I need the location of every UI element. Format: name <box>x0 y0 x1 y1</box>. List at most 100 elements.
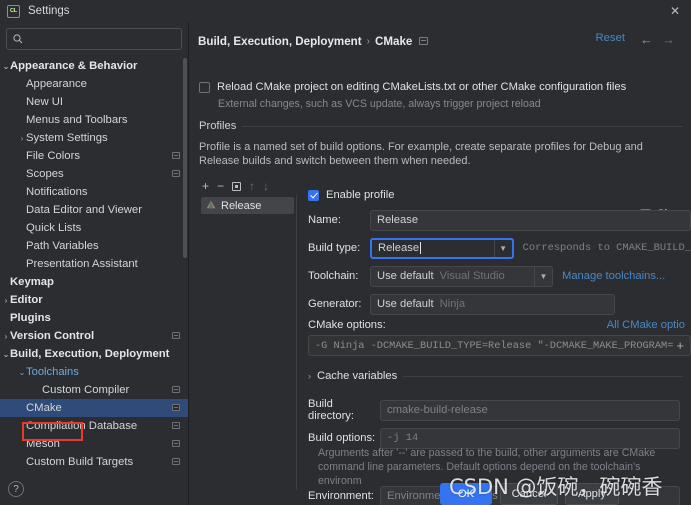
manage-toolchains-link[interactable]: Manage toolchains... <box>562 270 665 282</box>
sidebar-item-keymap[interactable]: Keymap <box>0 273 188 291</box>
breadcrumb-parent[interactable]: Build, Execution, Deployment <box>198 35 362 48</box>
profiles-section-title: Profiles <box>199 120 237 132</box>
sidebar-item-scopes[interactable]: Scopes <box>0 165 188 183</box>
chevron-down-icon[interactable]: ▼ <box>534 266 552 286</box>
sidebar-item-label: Plugins <box>10 312 51 324</box>
sidebar-item-notifications[interactable]: Notifications <box>0 183 188 201</box>
generator-label: Generator: <box>308 298 362 310</box>
chevron-down-icon[interactable]: ▼ <box>493 239 512 257</box>
dialog-button-bar: OK Cancel Apply <box>190 483 691 505</box>
toolchain-combobox[interactable]: Use default Visual Studio ▼ <box>370 265 553 287</box>
scope-badge-icon <box>172 404 180 411</box>
apply-button[interactable]: Apply <box>565 483 619 505</box>
chevron-down-icon[interactable]: ⌄ <box>17 368 27 377</box>
sidebar-item-label: Keymap <box>10 276 54 288</box>
remove-profile-icon[interactable]: − <box>217 180 224 192</box>
cmake-settings-panel: Build, Execution, Deployment › CMake Res… <box>190 22 691 505</box>
name-input[interactable]: Release <box>370 209 691 231</box>
copy-profile-icon[interactable] <box>232 181 242 191</box>
settings-tree[interactable]: ⌄ Appearance & Behavior Appearance New UI Me… <box>0 57 188 487</box>
toolchain-row: Toolchain: Use default Visual Studio ▼ M… <box>308 262 691 290</box>
clion-icon: CL <box>7 4 20 18</box>
enable-profile-checkbox[interactable] <box>308 189 319 201</box>
sidebar-item-custom-compiler[interactable]: Custom Compiler <box>0 381 188 399</box>
generator-row: Generator: Use default Ninja <box>308 290 691 318</box>
sidebar-item-label: Meson <box>26 438 60 450</box>
reload-cmake-sublabel: External changes, such as VCS update, al… <box>218 98 541 110</box>
sidebar-item-version-control[interactable]: › Version Control <box>0 327 188 345</box>
search-icon <box>13 34 23 44</box>
generator-combobox[interactable]: Use default Ninja <box>370 293 615 315</box>
sidebar-item-label: Menus and Toolbars <box>26 114 128 126</box>
reset-link[interactable]: Reset <box>595 32 625 44</box>
close-icon[interactable]: ✕ <box>667 3 683 19</box>
sidebar-item-editor[interactable]: › Editor <box>0 291 188 309</box>
sidebar-item-presentation-assistant[interactable]: Presentation Assistant <box>0 255 188 273</box>
build-type-combobox[interactable]: Release ▼ <box>370 237 514 259</box>
sidebar-item-cmake[interactable]: CMake <box>0 399 188 417</box>
chevron-right-icon[interactable]: › <box>1 332 11 341</box>
sidebar-item-menus-and-toolbars[interactable]: Menus and Toolbars <box>0 111 188 129</box>
profiles-toolbar: + − ↑ ↓ <box>199 177 297 195</box>
enable-profile-row[interactable]: Enable profile <box>308 184 691 206</box>
chevron-down-icon[interactable]: ⌄ <box>1 350 11 359</box>
help-button[interactable]: ? <box>8 481 24 497</box>
nav-forward-icon[interactable]: → <box>662 32 675 47</box>
scope-badge-icon <box>172 332 180 339</box>
toolchain-default-name: Visual Studio <box>439 270 505 282</box>
window-title: Settings <box>28 5 70 17</box>
profile-list-item[interactable]: Release <box>201 197 294 214</box>
sidebar-item-label: Appearance <box>26 78 87 90</box>
reload-cmake-checkbox[interactable] <box>199 81 210 93</box>
sidebar-item-plugins[interactable]: Plugins <box>0 309 188 327</box>
sidebar-item-compilation-database[interactable]: Compilation Database <box>0 417 188 435</box>
move-down-icon[interactable]: ↓ <box>263 180 269 192</box>
sidebar-item-path-variables[interactable]: Path Variables <box>0 237 188 255</box>
sidebar-item-custom-build-targets[interactable]: Custom Build Targets <box>0 453 188 471</box>
build-directory-input[interactable]: cmake-build-release <box>380 399 680 421</box>
reload-cmake-checkbox-row[interactable]: Reload CMake project on editing CMakeLis… <box>199 81 626 93</box>
cache-variables-divider <box>403 375 683 377</box>
nav-back-icon[interactable]: ← <box>640 32 653 47</box>
sidebar-item-file-colors[interactable]: File Colors <box>0 147 188 165</box>
sidebar-item-build-execution-deployment[interactable]: ⌄ Build, Execution, Deployment <box>0 345 188 363</box>
cancel-button[interactable]: Cancel <box>500 483 558 505</box>
toolchain-value: Use default <box>377 270 434 282</box>
profiles-section-divider <box>242 126 683 127</box>
breadcrumb-separator: › <box>366 35 370 47</box>
sidebar-item-meson[interactable]: Meson <box>0 435 188 453</box>
build-options-label: Build options: <box>308 432 376 444</box>
ok-button[interactable]: OK <box>440 483 492 505</box>
all-cmake-options-link[interactable]: All CMake optio <box>607 319 685 331</box>
sidebar-item-label: Version Control <box>10 330 95 342</box>
sidebar-item-data-editor-and-viewer[interactable]: Data Editor and Viewer <box>0 201 188 219</box>
sidebar-item-label: Custom Build Targets <box>26 456 134 468</box>
build-type-label: Build type: <box>308 242 361 254</box>
sidebar-item-appearance-behavior[interactable]: ⌄ Appearance & Behavior <box>0 57 188 75</box>
sidebar-item-label: Custom Compiler <box>42 384 130 396</box>
cache-variables-section[interactable]: › Cache variables <box>308 370 683 382</box>
chevron-right-icon[interactable]: › <box>17 134 27 143</box>
name-label: Name: <box>308 214 341 226</box>
cmake-options-label: CMake options: <box>308 319 386 331</box>
search-input[interactable] <box>27 30 175 48</box>
sidebar-item-new-ui[interactable]: New UI <box>0 93 188 111</box>
sidebar-item-system-settings[interactable]: › System Settings <box>0 129 188 147</box>
profile-list[interactable]: Release <box>199 195 297 490</box>
project-scope-badge-icon <box>419 37 429 45</box>
sidebar-item-label: Compilation Database <box>26 420 138 432</box>
reload-cmake-label: Reload CMake project on editing CMakeLis… <box>217 81 627 93</box>
sidebar-scrollbar[interactable] <box>183 58 187 258</box>
sidebar-item-quick-lists[interactable]: Quick Lists <box>0 219 188 237</box>
expand-cmake-options-icon[interactable]: + <box>676 338 684 353</box>
add-profile-icon[interactable]: + <box>202 180 209 192</box>
sidebar-item-appearance[interactable]: Appearance <box>0 75 188 93</box>
search-box[interactable] <box>6 28 182 50</box>
search-area <box>0 22 188 50</box>
chevron-right-icon[interactable]: › <box>1 296 11 305</box>
sidebar-item-toolchains[interactable]: ⌄ Toolchains <box>0 363 188 381</box>
move-up-icon[interactable]: ↑ <box>249 180 255 192</box>
chevron-right-icon[interactable]: › <box>308 371 311 381</box>
cmake-options-input[interactable]: -G Ninja -DCMAKE_BUILD_TYPE=Release "-DC… <box>308 335 691 356</box>
chevron-down-icon[interactable]: ⌄ <box>1 62 11 71</box>
